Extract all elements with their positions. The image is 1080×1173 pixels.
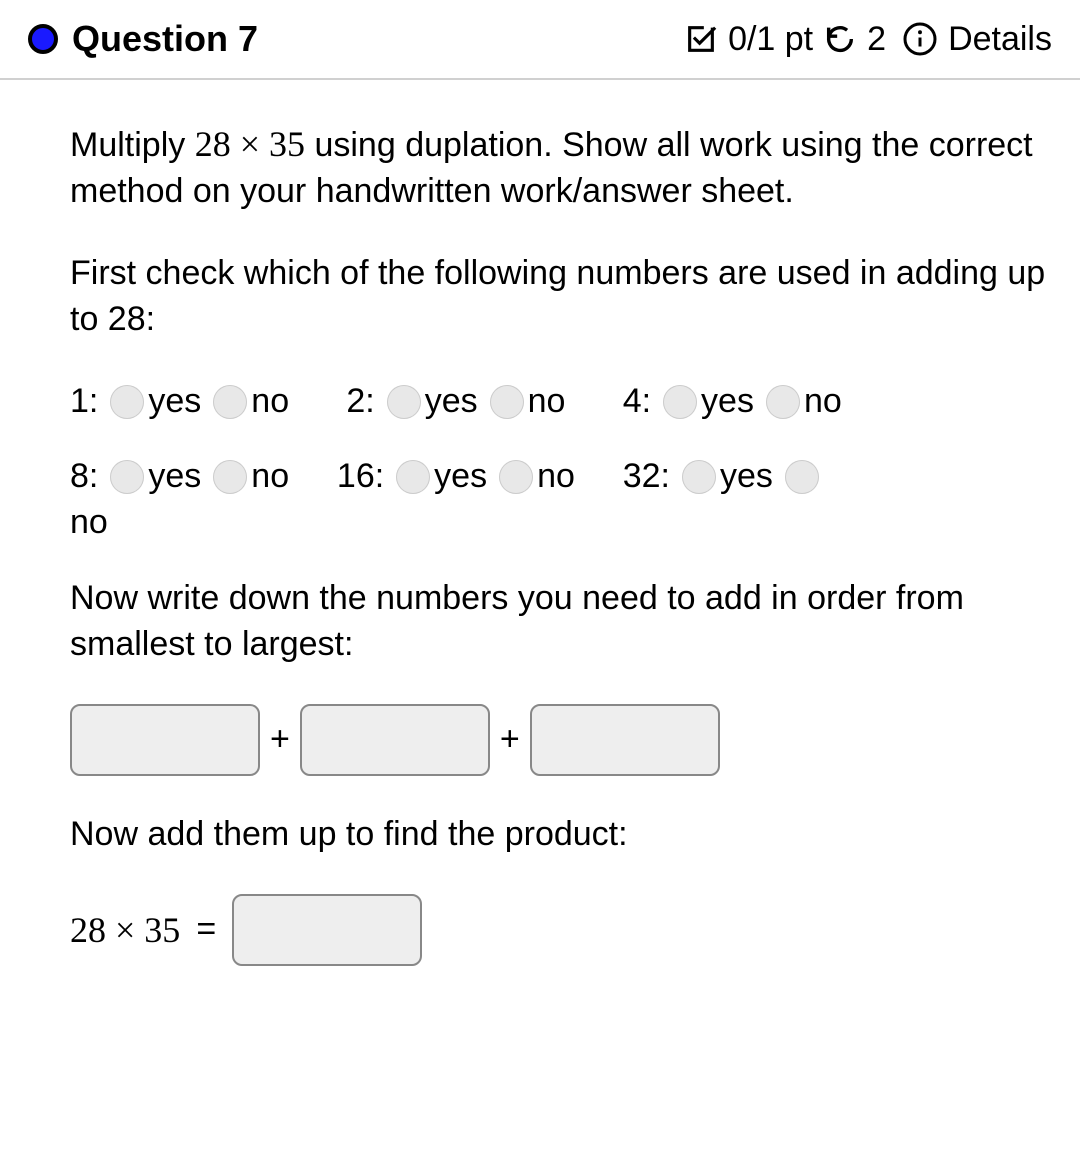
instruction-3: Now add them up to find the product: [70, 812, 1050, 858]
question-body: Multiply 28 × 35 using duplation. Show a… [0, 80, 1080, 1006]
status-bullet-icon [28, 24, 58, 54]
radio-text-no: no [251, 379, 289, 425]
radio-label-16: 16: [337, 454, 384, 500]
radio-text-no: no [804, 379, 842, 425]
plus-sign-2: + [500, 717, 520, 763]
instruction-2: Now write down the numbers you need to a… [70, 576, 1050, 668]
radio-text-yes: yes [148, 454, 201, 500]
addend-input-2[interactable] [300, 704, 490, 776]
radio-group-32: 32: yes [623, 454, 823, 500]
prompt-expression: 28 × 35 [195, 124, 305, 164]
radio-1-no[interactable] [213, 385, 247, 419]
header-right: 0/1 pt 2 Details [684, 20, 1052, 59]
radio-1-yes[interactable] [110, 385, 144, 419]
radio-label-8: 8: [70, 454, 98, 500]
radio-text-no: no [528, 379, 566, 425]
addends-row: + + [70, 704, 1050, 776]
radio-16-yes[interactable] [396, 460, 430, 494]
prompt-prefix: Multiply [70, 126, 195, 164]
radio-label-1: 1: [70, 379, 98, 425]
header-left: Question 7 [28, 18, 258, 60]
final-answer-row: 28 × 35 = [70, 894, 1050, 966]
radio-group-2: 2: yes no [346, 379, 565, 425]
checkbox-icon [684, 22, 718, 56]
retry-icon [823, 22, 857, 56]
radio-text-yes: yes [148, 379, 201, 425]
radio-2-yes[interactable] [387, 385, 421, 419]
final-lhs: 28 × 35 [70, 906, 180, 955]
radio-row-2: 8: yes no 16: yes no 32: yes no [70, 454, 1050, 546]
radio-text-yes: yes [425, 379, 478, 425]
addend-input-1[interactable] [70, 704, 260, 776]
radio-label-32: 32: [623, 454, 670, 500]
radio-text-yes: yes [701, 379, 754, 425]
attempts-text: 2 [867, 20, 886, 59]
radio-32-no[interactable] [785, 460, 819, 494]
radio-text-no-wrap: no [70, 503, 108, 541]
radio-32-yes[interactable] [682, 460, 716, 494]
product-input[interactable] [232, 894, 422, 966]
radio-8-yes[interactable] [110, 460, 144, 494]
info-icon [902, 21, 938, 57]
radio-text-no: no [251, 454, 289, 500]
question-title: Question 7 [72, 18, 258, 60]
radio-label-4: 4: [623, 379, 651, 425]
radio-text-yes: yes [434, 454, 487, 500]
plus-sign-1: + [270, 717, 290, 763]
points-text: 0/1 pt [728, 20, 813, 59]
radio-row-1: 1: yes no 2: yes no 4: yes no [70, 379, 1050, 425]
addend-input-3[interactable] [530, 704, 720, 776]
radio-group-1: 1: yes no [70, 379, 289, 425]
radio-text-no: no [537, 454, 575, 500]
equals-sign: = [196, 907, 216, 953]
prompt-paragraph-2: First check which of the following numbe… [70, 251, 1050, 343]
radio-label-2: 2: [346, 379, 374, 425]
radio-16-no[interactable] [499, 460, 533, 494]
radio-4-yes[interactable] [663, 385, 697, 419]
radio-8-no[interactable] [213, 460, 247, 494]
radio-4-no[interactable] [766, 385, 800, 419]
radio-group-4: 4: yes no [623, 379, 842, 425]
details-link[interactable]: Details [948, 20, 1052, 59]
radio-group-16: 16: yes no [337, 454, 575, 500]
radio-group-8: 8: yes no [70, 454, 289, 500]
radio-2-no[interactable] [490, 385, 524, 419]
question-header: Question 7 0/1 pt 2 Details [0, 0, 1080, 80]
radio-text-yes: yes [720, 454, 773, 500]
prompt-paragraph-1: Multiply 28 × 35 using duplation. Show a… [70, 120, 1050, 215]
